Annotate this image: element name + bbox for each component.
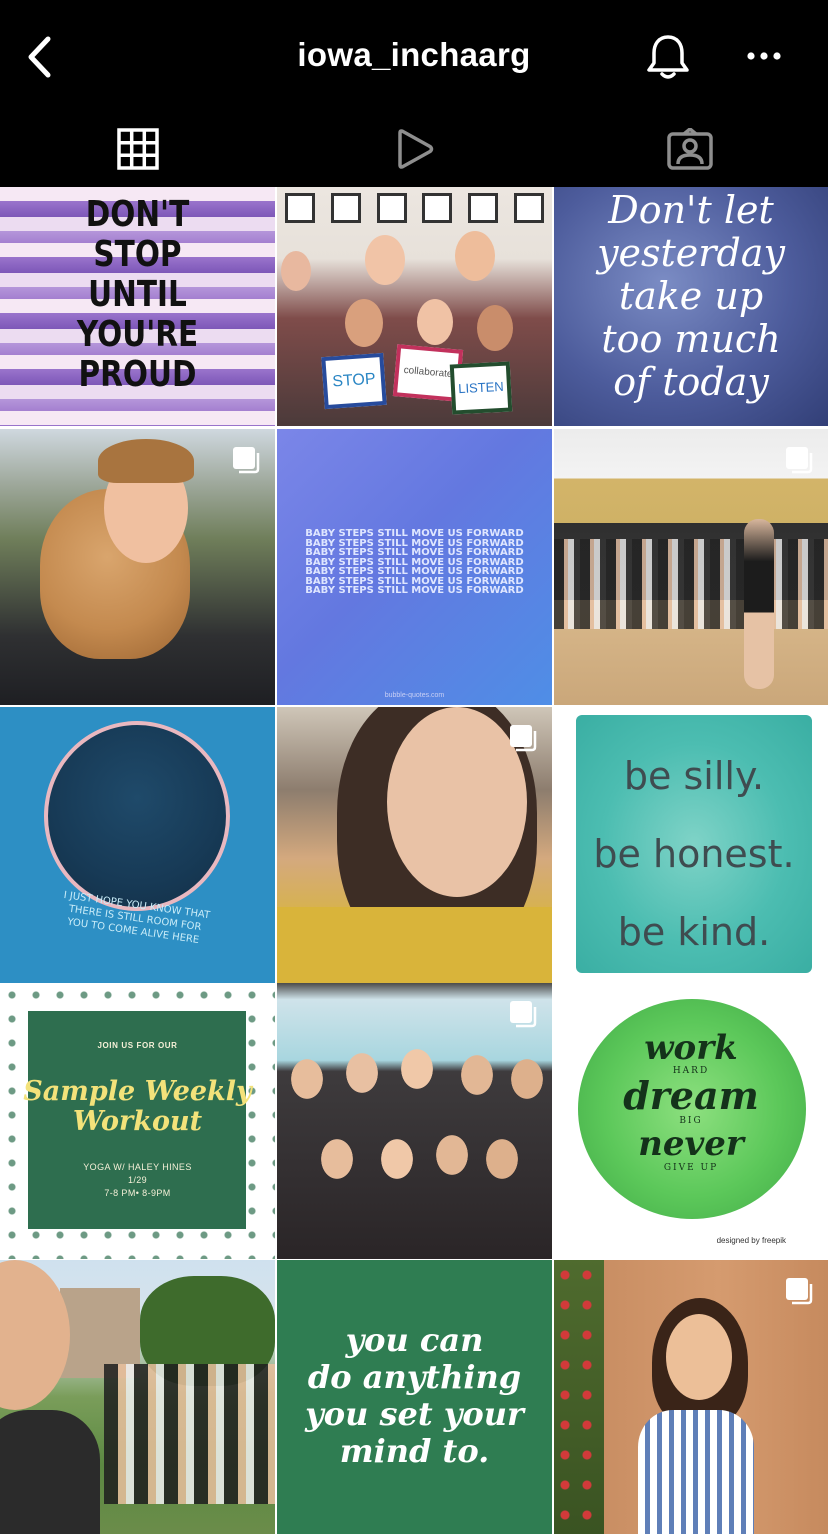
face bbox=[387, 707, 527, 897]
event-detail-line: 1/29 bbox=[127, 1175, 148, 1185]
quote-line: STOP bbox=[93, 234, 182, 275]
multiple-posts-icon bbox=[233, 447, 260, 474]
event-title-line: Sample Weekly bbox=[23, 1076, 252, 1107]
group-background bbox=[104, 1364, 275, 1504]
top-bar: iowa_inchaarg bbox=[0, 0, 828, 112]
sign-listen: LISTEN bbox=[449, 361, 513, 415]
profile-username: iowa_inchaarg bbox=[297, 36, 531, 73]
post-classroom-group[interactable] bbox=[277, 983, 552, 1259]
quote-line: you set your bbox=[305, 1395, 524, 1433]
sign-stop: STOP bbox=[321, 352, 387, 410]
chaarg-banner bbox=[285, 193, 544, 223]
post-gym-group[interactable] bbox=[554, 429, 828, 705]
quote-word: GIVE UP bbox=[663, 1163, 719, 1173]
face bbox=[666, 1314, 732, 1400]
post-starry-circle[interactable]: I JUST HOPE YOU KNOW THAT THERE IS STILL… bbox=[0, 707, 275, 983]
tab-reels[interactable] bbox=[276, 112, 552, 186]
group-faces bbox=[277, 1049, 552, 1259]
quote-line: yesterday bbox=[597, 231, 785, 275]
post-girl-by-wall[interactable] bbox=[554, 1260, 828, 1534]
post-outdoor-group-selfie[interactable] bbox=[0, 1260, 275, 1534]
night-sky-circle bbox=[44, 721, 230, 911]
tab-tagged[interactable] bbox=[552, 112, 828, 186]
quote-line: of today bbox=[613, 360, 769, 404]
post-you-can-do-anything[interactable]: you can do anything you set your mind to… bbox=[277, 1260, 552, 1534]
grid-icon bbox=[117, 128, 159, 170]
quote-line: YOU'RE bbox=[76, 314, 199, 355]
post-girl-with-puppy[interactable] bbox=[0, 429, 275, 705]
flowers bbox=[554, 1260, 604, 1534]
multiple-posts-icon bbox=[786, 447, 813, 474]
post-14-quote: you can do anything you set your mind to… bbox=[277, 1322, 552, 1470]
sports-bra bbox=[0, 1410, 100, 1534]
event-kicker: JOIN US FOR OUR bbox=[97, 1041, 178, 1050]
play-icon bbox=[398, 129, 434, 169]
multiple-posts-icon bbox=[510, 1001, 537, 1028]
quote-line: UNTIL bbox=[88, 274, 187, 315]
posts-grid: DON'T STOP UNTIL YOU'RE PROUD STOP colla… bbox=[0, 187, 828, 1534]
post-selfie-smiling[interactable] bbox=[277, 707, 552, 983]
post-be-silly-honest-kind[interactable]: be silly. be honest. be kind. bbox=[554, 707, 828, 983]
multiple-posts-icon bbox=[786, 1278, 813, 1305]
striped-top bbox=[638, 1410, 754, 1534]
more-options-button[interactable] bbox=[740, 36, 788, 76]
chevron-left-icon bbox=[28, 36, 51, 78]
tagged-person-icon bbox=[667, 128, 713, 170]
post-dont-let-yesterday[interactable]: Don't let yesterday take up too much of … bbox=[554, 187, 828, 426]
quote-line: you can bbox=[345, 1321, 484, 1359]
quote-line: PROUD bbox=[78, 354, 197, 395]
quote-word: dream bbox=[623, 1073, 759, 1118]
quote-line: BABY STEPS STILL MOVE US FORWARD bbox=[305, 585, 524, 596]
quote-word: never bbox=[638, 1124, 744, 1164]
quote-line: be kind. bbox=[617, 910, 771, 954]
back-button[interactable] bbox=[18, 32, 62, 82]
quote-line: be silly. bbox=[623, 754, 765, 798]
bell-icon bbox=[647, 35, 689, 79]
event-title-line: Workout bbox=[72, 1106, 203, 1137]
post-5-quote: BABY STEPS STILL MOVE US FORWARD BABY ST… bbox=[277, 529, 552, 596]
crowd bbox=[554, 539, 828, 629]
notifications-button[interactable] bbox=[642, 30, 694, 84]
hair bbox=[98, 439, 194, 483]
post-dont-stop-until-proud[interactable]: DON'T STOP UNTIL YOU'RE PROUD bbox=[0, 187, 275, 426]
post-sample-weekly-workout[interactable]: JOIN US FOR OUR Sample Weekly Workout YO… bbox=[0, 983, 275, 1259]
event-detail-line: 7-8 PM• 8-9PM bbox=[104, 1188, 171, 1198]
post-9-quote: be silly. be honest. be kind. bbox=[576, 737, 812, 971]
quote-line: too much bbox=[601, 317, 781, 361]
quote-line: take up bbox=[618, 274, 764, 318]
post-5-credit: bubble-quotes.com bbox=[384, 692, 445, 699]
quote-line: do anything bbox=[307, 1358, 522, 1396]
post-12-quote: work HARD dream BIG never GIVE UP bbox=[554, 1031, 828, 1175]
post-group-photo-signs[interactable]: STOP collaborate LISTEN bbox=[277, 187, 552, 426]
event-details: YOGA W/ HALEY HINES 1/29 7-8 PM• 8-9PM bbox=[0, 1161, 275, 1200]
quote-word: work bbox=[644, 1028, 738, 1068]
quote-line: Don't let bbox=[608, 188, 774, 232]
post-baby-steps[interactable]: BABY STEPS STILL MOVE US FORWARD BABY ST… bbox=[277, 429, 552, 705]
sweater bbox=[277, 907, 552, 983]
multiple-posts-icon bbox=[510, 725, 537, 752]
event-detail-line: YOGA W/ HALEY HINES bbox=[83, 1162, 192, 1172]
instructor bbox=[744, 519, 774, 689]
post-1-quote: DON'T STOP UNTIL YOU'RE PROUD bbox=[25, 195, 251, 395]
quote-line: be honest. bbox=[593, 832, 795, 876]
quote-line: mind to. bbox=[339, 1432, 490, 1470]
post-3-quote: Don't let yesterday take up too much of … bbox=[554, 189, 828, 404]
profile-tabs bbox=[0, 112, 828, 186]
post-12-credit: designed by freepik bbox=[716, 1236, 786, 1245]
selfie-face bbox=[0, 1260, 70, 1410]
ellipsis-icon bbox=[747, 52, 781, 60]
post-work-hard-dream-big[interactable]: work HARD dream BIG never GIVE UP design… bbox=[554, 983, 828, 1259]
tab-posts[interactable] bbox=[0, 112, 276, 186]
event-title: Sample Weekly Workout bbox=[0, 1077, 275, 1137]
quote-line: DON'T bbox=[85, 194, 190, 235]
